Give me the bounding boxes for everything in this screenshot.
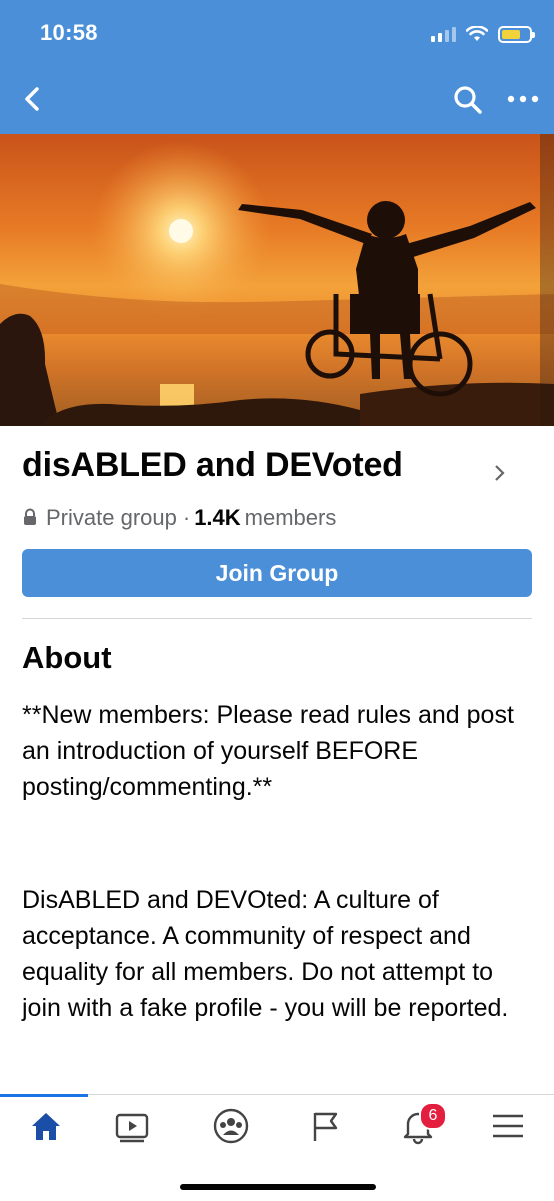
search-icon[interactable] [452, 84, 484, 116]
back-chevron-icon[interactable] [18, 84, 48, 114]
group-meta: Private group · 1.4K members [22, 505, 336, 531]
chevron-right-icon[interactable] [494, 462, 506, 488]
meta-separator: · [182, 505, 191, 530]
lock-icon [24, 508, 36, 525]
members-label: members [244, 505, 337, 530]
more-icon[interactable] [506, 92, 540, 106]
active-tab-indicator [0, 1094, 88, 1097]
privacy-label: Private group [46, 505, 177, 530]
pages-flag-icon[interactable] [306, 1106, 346, 1146]
join-group-button[interactable]: Join Group [22, 549, 532, 597]
about-paragraph-2: DisABLED and DEVOted: A culture of accep… [22, 886, 509, 1022]
signal-icon [431, 26, 456, 42]
home-indicator [180, 1184, 376, 1190]
about-paragraph-1: **New members: Please read rules and pos… [22, 701, 514, 801]
group-name[interactable]: disABLED and DEVoted [22, 446, 403, 485]
video-icon[interactable] [112, 1106, 152, 1146]
notifications-badge: 6 [419, 1102, 447, 1130]
status-time: 10:58 [40, 20, 98, 45]
menu-icon[interactable] [488, 1106, 528, 1146]
divider [22, 618, 532, 619]
status-indicators [431, 22, 535, 46]
groups-icon[interactable] [211, 1106, 251, 1146]
cover-photo[interactable] [0, 134, 554, 426]
member-count: 1.4K [194, 505, 241, 530]
home-icon[interactable] [26, 1106, 66, 1146]
about-heading: About [22, 640, 112, 675]
battery-icon [498, 25, 535, 43]
wifi-icon [466, 26, 488, 41]
